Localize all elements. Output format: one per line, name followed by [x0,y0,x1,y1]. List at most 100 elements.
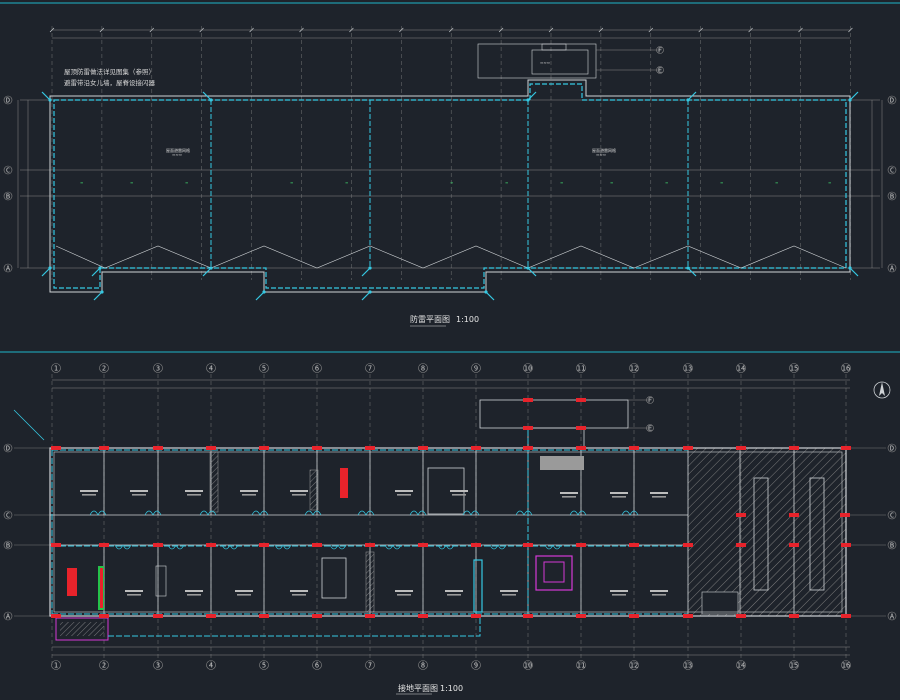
down-conductor-point [526,266,530,270]
roof-room-label: 屋面避雷网格 [592,147,616,153]
room-text-block [130,490,148,492]
door-swing [304,510,322,516]
axis-label: B [6,193,10,201]
svg-text:≈≈≈: ≈≈≈ [540,60,550,65]
grounding-point [683,446,693,450]
grounding-point [259,614,269,618]
grounding-point [206,446,216,450]
axis-label: B [6,542,10,550]
room-text-block [395,490,413,492]
roof-marker: ≡ [345,180,348,185]
grounding-point [629,543,639,547]
down-conductor-point [48,266,52,270]
axis-label: 6 [315,662,319,670]
axis-label: 7 [368,662,372,670]
down-conductor-point [100,290,104,294]
grounding-point [523,446,533,450]
down-conductor-point [686,98,690,102]
hatched-hall [687,447,847,617]
grounding-point [629,614,639,618]
axis-label: D [890,97,894,105]
axis-label: 14 [737,662,745,670]
grounding-point [736,446,746,450]
axis-label: F [648,397,652,405]
grounding-plan-scale: 1:100 [440,684,463,693]
grounding-point [365,614,375,618]
axis-label: 8 [421,365,425,373]
grounding-point [789,614,799,618]
down-conductor-point [484,290,488,294]
grounding-point [99,446,109,450]
room-text-block [127,594,141,596]
room-text-block [652,496,666,498]
room-text-block [237,594,251,596]
axis-label: C [890,512,894,520]
roof-marker: ≡ [665,180,668,185]
axis-label: 1 [54,365,58,373]
grounding-point [312,446,322,450]
room-text-block [235,590,253,592]
axis-label: 8 [421,662,425,670]
grounding-point [418,614,428,618]
room-text-block [292,494,306,496]
room-text-block [447,594,461,596]
north-arrow-icon [873,381,891,399]
down-conductor-point [209,266,213,270]
grounding-point [576,398,586,402]
axis-label: D [6,97,10,105]
room-text-block [125,590,143,592]
grounding-point [471,543,481,547]
down-conductor-point [848,98,852,102]
down-conductor-arrow [41,91,51,101]
room-text-block [610,492,628,494]
grounding-plan: 1 2 3 4 5 6 7 8 9 10 11 12 13 14 15 16 1 2 3 4 5 6 7 8 9 10 11 12 1… [3,363,897,695]
room-text-block [132,494,146,496]
axis-label: D [6,445,10,453]
room-text-block [292,594,306,596]
axis-label: D [890,445,894,453]
axis-label: 13 [684,662,692,670]
room-text-block [560,492,578,494]
door-swing [251,510,269,516]
room-text-block [652,594,666,596]
roof-note-line-2: 避雷带沿女儿墙，屋脊设接闪器 [64,78,156,87]
down-conductor-arrow [849,91,859,101]
axis-label: C [6,167,10,175]
axis-label: 12 [630,662,638,670]
axis-label: 16 [842,365,850,373]
axis-label: 10 [524,365,532,373]
down-conductor-point [848,266,852,270]
roof-lightning-plan: ≈≈≈ ≈≈≈ ≈≈≈ ≡ ≡ ≡ ≡ ≡ ≡ ≡ ≡ ≡ ≡ ≡ ≡ ≡ 屋顶防雷做法详见图集（参照）… [3,26,897,327]
grounding-point [259,446,269,450]
axis-label: 3 [156,365,160,373]
roof-marker: ≡ [80,180,83,185]
roof-marker: ≡ [450,180,453,185]
room-text-block [80,490,98,492]
roof-marker: ≡ [290,180,293,185]
roof-room-label: 屋面避雷网格 [166,147,190,153]
down-conductor-arrow [527,91,537,101]
grounding-point [471,614,481,618]
axis-label: F [658,47,662,55]
room-text-block [397,594,411,596]
axis-label: E [658,67,662,75]
door-swing [569,510,587,516]
room-text-block [650,590,668,592]
down-conductor-arrow [485,291,495,301]
room-text-block [290,590,308,592]
axis-label: 6 [315,365,319,373]
door-swing [199,510,217,516]
grounding-point [51,446,61,450]
down-conductor-point [526,98,530,102]
down-conductor-arrow [361,291,371,301]
room-text-block [185,490,203,492]
grounding-point [99,543,109,547]
axis-label: B [890,542,894,550]
roof-marker: ≡ [828,180,831,185]
down-conductor-arrow [849,267,859,277]
room-text-block [395,590,413,592]
axis-label: E [648,425,652,433]
room-text-block [650,492,668,494]
grounding-point [471,446,481,450]
down-conductor-point [368,290,372,294]
